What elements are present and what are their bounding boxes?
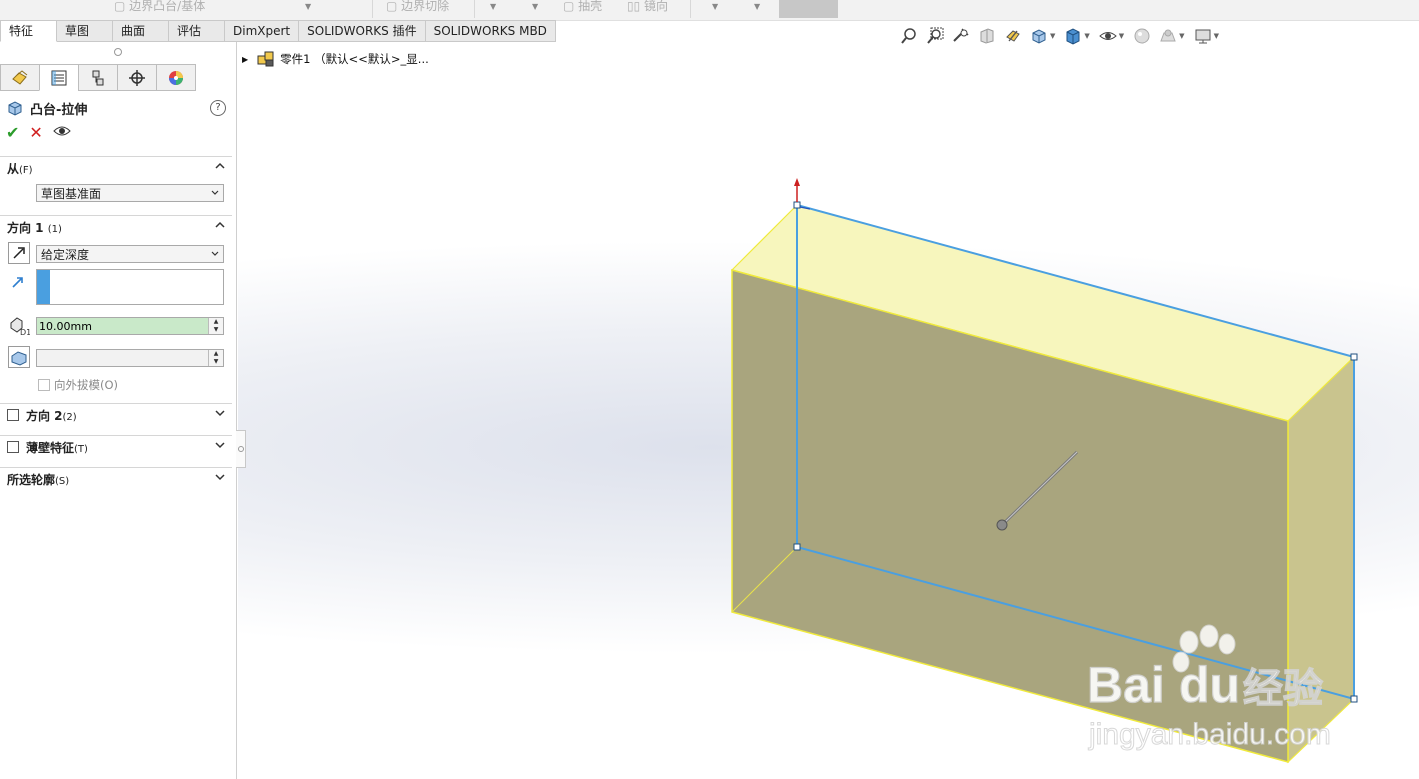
drag-handle-knob-icon[interactable] [996, 519, 1008, 531]
svg-text:经验: 经验 [1243, 666, 1323, 712]
baidu-jingyan-logo: Bai du 经验 jingyan.baidu.com [1086, 624, 1331, 752]
origin-arrow-icon [794, 178, 800, 186]
svg-text:jingyan.baidu.com: jingyan.baidu.com [1088, 718, 1331, 751]
sketch-vertex-handle[interactable] [1350, 695, 1358, 703]
svg-text:Bai: Bai [1087, 657, 1165, 713]
svg-text:du: du [1179, 657, 1240, 713]
sketch-vertex-handle[interactable] [1350, 353, 1358, 361]
sketch-vertex-handle[interactable] [793, 543, 801, 551]
baidu-watermark: Bai du 经验 jingyan.baidu.com [1085, 622, 1345, 755]
sketch-vertex-handle[interactable] [793, 201, 801, 209]
